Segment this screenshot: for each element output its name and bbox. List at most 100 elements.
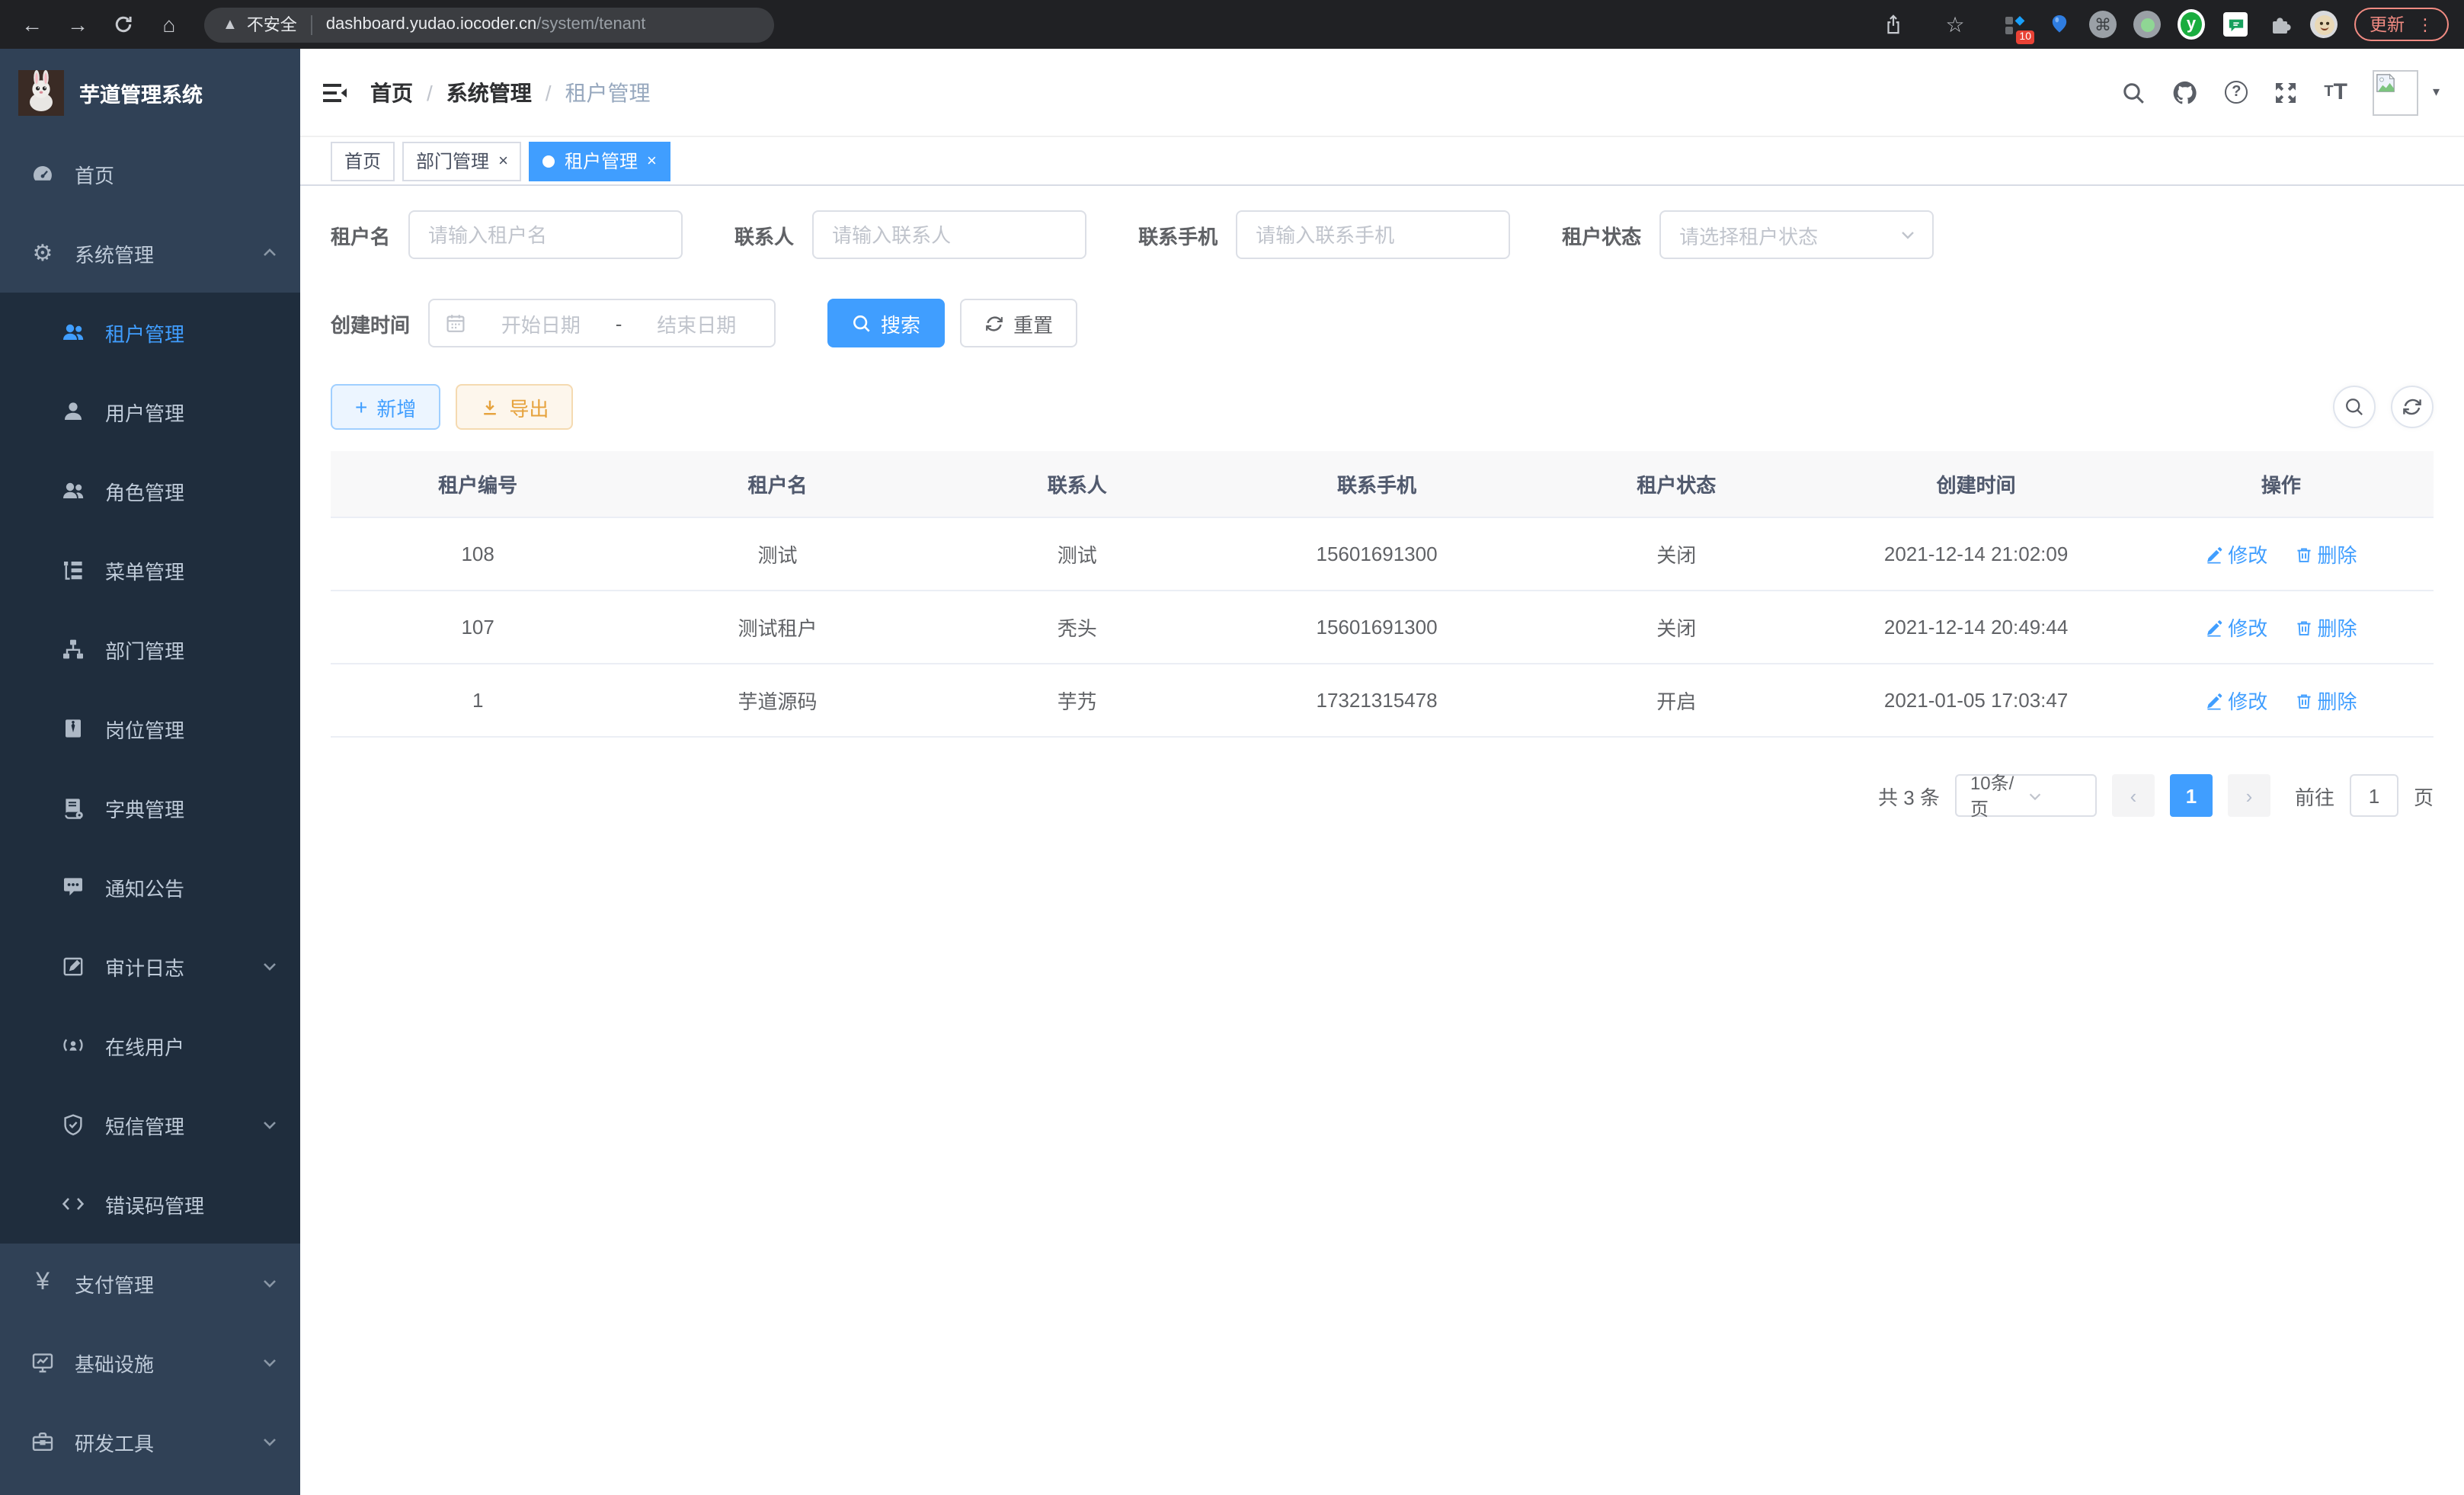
command-extension-icon[interactable]: ⌘ bbox=[2089, 11, 2117, 38]
sidebar-item-role[interactable]: 角色管理 bbox=[0, 451, 300, 530]
sidebar-item-errcode[interactable]: 错误码管理 bbox=[0, 1164, 300, 1244]
sidebar-item-menu[interactable]: 菜单管理 bbox=[0, 530, 300, 610]
font-size-icon[interactable]: TT bbox=[2324, 79, 2347, 105]
refresh-icon bbox=[2402, 396, 2423, 418]
total-count: 共 3 条 bbox=[1878, 781, 1940, 810]
sidebar-item-pay[interactable]: ¥ 支付管理 bbox=[0, 1244, 300, 1323]
sidebar-item-dept[interactable]: 部门管理 bbox=[0, 610, 300, 689]
address-bar[interactable]: ▲ 不安全 dashboard.yudao.iocoder.cn/system/… bbox=[204, 7, 774, 42]
goto-suffix: 页 bbox=[2414, 781, 2434, 810]
y-extension-icon[interactable]: y bbox=[2178, 11, 2205, 38]
delete-button[interactable]: 删除 bbox=[2294, 539, 2357, 568]
url-text[interactable]: dashboard.yudao.iocoder.cn/system/tenant bbox=[326, 15, 646, 34]
toggle-search-button[interactable] bbox=[2333, 386, 2376, 428]
bookmark-star-icon[interactable]: ☆ bbox=[1938, 11, 1972, 37]
extension-badge: 10 bbox=[2016, 30, 2034, 44]
user-avatar[interactable] bbox=[2373, 69, 2419, 115]
prev-page-button[interactable]: ‹ bbox=[2112, 774, 2155, 817]
table-header-row: 租户编号 租户名 联系人 联系手机 租户状态 创建时间 操作 bbox=[331, 451, 2434, 517]
avatar-caret-icon[interactable]: ▾ bbox=[2433, 84, 2440, 101]
breadcrumb-system[interactable]: 系统管理 bbox=[446, 77, 532, 107]
status-select[interactable]: 请选择租户状态 bbox=[1659, 210, 1934, 259]
col-tenant-id: 租户编号 bbox=[331, 451, 625, 517]
sidebar-item-system[interactable]: ⚙ 系统管理 bbox=[0, 213, 300, 293]
header-search-icon[interactable] bbox=[2121, 80, 2146, 104]
logo[interactable]: 芋道管理系统 bbox=[0, 61, 300, 125]
help-icon[interactable]: ? bbox=[2225, 81, 2248, 104]
next-page-button[interactable]: › bbox=[2228, 774, 2270, 817]
contact-input[interactable] bbox=[812, 210, 1086, 259]
contact-label: 联系人 bbox=[734, 220, 794, 249]
search-icon bbox=[852, 313, 872, 333]
org-chart-icon bbox=[61, 637, 85, 661]
edit-button[interactable]: 修改 bbox=[2205, 686, 2267, 715]
refresh-table-button[interactable] bbox=[2391, 386, 2434, 428]
sidebar-item-tenant[interactable]: 租户管理 bbox=[0, 293, 300, 372]
screen: ← → ⌂ ▲ 不安全 dashboard.yudao.iocoder.cn/s… bbox=[0, 0, 2464, 1495]
gear-icon: ⚙ bbox=[30, 241, 55, 265]
puzzle-extensions-icon[interactable] bbox=[2266, 11, 2293, 38]
sidebar-item-post[interactable]: 岗位管理 bbox=[0, 689, 300, 768]
sidebar-item-home[interactable]: 首页 bbox=[0, 134, 300, 213]
chat-bubble-icon bbox=[61, 875, 85, 899]
col-operations: 操作 bbox=[2129, 451, 2434, 517]
add-button[interactable]: + 新增 bbox=[331, 384, 440, 430]
browser-menu-icon[interactable]: ⋮ bbox=[2417, 14, 2434, 34]
sidebar: 芋道管理系统 首页 ⚙ 系统管理 租户管理 bbox=[0, 49, 300, 1495]
current-page-button[interactable]: 1 bbox=[2170, 774, 2213, 817]
mobile-input[interactable] bbox=[1236, 210, 1510, 259]
security-label[interactable]: 不安全 bbox=[247, 12, 297, 37]
fullscreen-icon[interactable] bbox=[2274, 80, 2298, 104]
extension-tabs-icon[interactable]: 10 bbox=[2001, 11, 2028, 38]
chevron-down-icon bbox=[261, 1116, 279, 1134]
profile-avatar-icon[interactable] bbox=[2310, 11, 2338, 38]
close-icon[interactable]: × bbox=[498, 152, 508, 170]
sidebar-item-infra[interactable]: 基础设施 bbox=[0, 1323, 300, 1402]
back-icon[interactable]: ← bbox=[15, 12, 49, 37]
chat-extension-icon[interactable] bbox=[2222, 11, 2249, 38]
tab-home[interactable]: 首页 bbox=[331, 141, 395, 181]
sidebar-item-online[interactable]: 在线用户 bbox=[0, 1006, 300, 1085]
tab-dept[interactable]: 部门管理× bbox=[402, 141, 522, 181]
sidebar-item-dict[interactable]: 字典管理 bbox=[0, 768, 300, 847]
chevron-down-icon bbox=[261, 1433, 279, 1451]
sidebar-item-notice[interactable]: 通知公告 bbox=[0, 847, 300, 927]
edit-button[interactable]: 修改 bbox=[2205, 539, 2267, 568]
goto-prefix: 前往 bbox=[2295, 781, 2334, 810]
forward-icon[interactable]: → bbox=[61, 12, 94, 37]
sidebar-item-sms[interactable]: 短信管理 bbox=[0, 1085, 300, 1164]
sidebar-item-tool[interactable]: 研发工具 bbox=[0, 1402, 300, 1481]
table-row: 1 芋道源码 芋艿 17321315478 开启 2021-01-05 17:0… bbox=[331, 664, 2434, 737]
reset-button[interactable]: 重置 bbox=[960, 299, 1077, 347]
dot-extension-icon[interactable] bbox=[2133, 11, 2161, 38]
browser-update-button[interactable]: 更新 ⋮ bbox=[2354, 8, 2449, 41]
chevron-down-icon bbox=[1899, 226, 1917, 244]
balloon-extension-icon[interactable] bbox=[2045, 11, 2072, 38]
warning-icon: ▲ bbox=[222, 16, 238, 33]
export-button[interactable]: 导出 bbox=[456, 384, 573, 430]
share-icon[interactable] bbox=[1876, 12, 1909, 37]
reload-icon[interactable] bbox=[107, 12, 140, 37]
breadcrumb-home[interactable]: 首页 bbox=[370, 77, 413, 107]
tenant-name-input[interactable] bbox=[408, 210, 683, 259]
sidebar-item-audit[interactable]: 审计日志 bbox=[0, 927, 300, 1006]
sidebar-item-user[interactable]: 用户管理 bbox=[0, 372, 300, 451]
home-icon[interactable]: ⌂ bbox=[152, 12, 186, 37]
close-icon[interactable]: × bbox=[647, 152, 657, 170]
sidebar-collapse-icon[interactable] bbox=[322, 80, 349, 104]
tab-tenant[interactable]: 租户管理× bbox=[530, 141, 670, 181]
shield-icon bbox=[61, 1112, 85, 1137]
github-icon[interactable] bbox=[2171, 78, 2199, 106]
goto-page-input[interactable] bbox=[2350, 774, 2398, 817]
delete-button[interactable]: 删除 bbox=[2294, 686, 2357, 715]
date-range-picker[interactable]: 开始日期 - 结束日期 bbox=[428, 299, 776, 347]
col-contact: 联系人 bbox=[930, 451, 1224, 517]
app-title: 芋道管理系统 bbox=[79, 78, 203, 108]
id-badge-icon bbox=[61, 716, 85, 741]
chevron-down-icon bbox=[261, 957, 279, 975]
search-button[interactable]: 搜索 bbox=[827, 299, 945, 347]
page-size-select[interactable]: 10条/页 bbox=[1955, 774, 2097, 817]
tags-view: 首页 部门管理× 租户管理× bbox=[300, 137, 2464, 186]
edit-button[interactable]: 修改 bbox=[2205, 613, 2267, 642]
delete-button[interactable]: 删除 bbox=[2294, 613, 2357, 642]
